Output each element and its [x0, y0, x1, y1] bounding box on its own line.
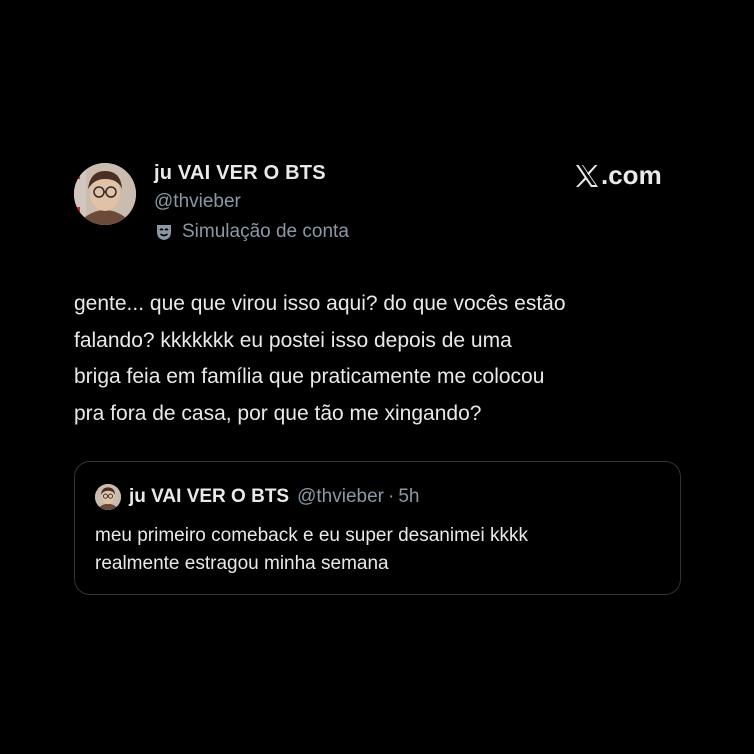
tweet-text: gente... que que virou isso aqui? do que… — [74, 286, 684, 432]
author-name[interactable]: ju VAI VER O BTS — [154, 162, 326, 185]
x-brand: .com — [574, 160, 662, 191]
tweet-line: falando? kkkkkkk eu postei isso depois d… — [74, 328, 512, 352]
author-avatar[interactable] — [74, 163, 136, 225]
quoted-author-avatar[interactable] — [95, 484, 121, 510]
parody-account-label: Simulação de conta — [154, 221, 349, 243]
parody-account-text: Simulação de conta — [182, 221, 349, 242]
quoted-tweet-header: ju VAI VER O BTS @thvieber · 5h — [95, 484, 419, 510]
separator-dot: · — [388, 486, 395, 507]
author-handle[interactable]: @thvieber — [154, 191, 241, 213]
theater-mask-icon — [154, 222, 174, 242]
quoted-timestamp[interactable]: 5h — [398, 486, 419, 508]
brand-domain: .com — [601, 160, 662, 190]
quoted-line: realmente estragou minha semana — [95, 553, 389, 574]
quoted-author-name[interactable]: ju VAI VER O BTS — [129, 486, 289, 508]
tweet-line: briga feia em família que praticamente m… — [74, 365, 545, 388]
quoted-author-handle[interactable]: @thvieber — [297, 486, 384, 508]
tweet-line: pra fora de casa, por que tão me xingand… — [74, 401, 482, 425]
x-logo-icon — [574, 163, 600, 189]
quoted-tweet-text: meu primeiro comeback e eu super desanim… — [95, 522, 655, 578]
quoted-line: meu primeiro comeback e eu super desanim… — [95, 525, 528, 546]
quoted-tweet[interactable]: ju VAI VER O BTS @thvieber · 5h meu prim… — [74, 461, 681, 595]
tweet-line: gente... que que virou isso aqui? do que… — [74, 292, 566, 315]
